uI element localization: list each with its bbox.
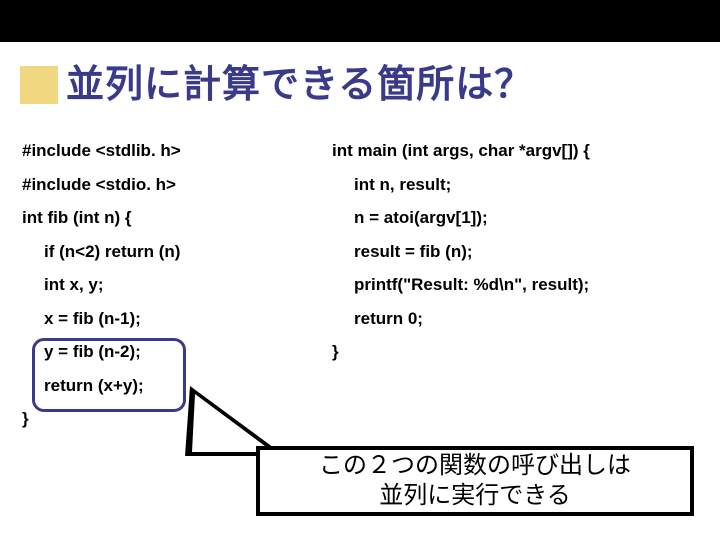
code-right-5: return 0; (332, 302, 696, 336)
code-left-2: int fib (int n) { (22, 201, 332, 235)
callout-box: この２つの関数の呼び出しは 並列に実行できる (256, 446, 694, 516)
code-left-1: #include <stdio. h> (22, 168, 332, 202)
callout-line2: 並列に実行できる (379, 481, 571, 511)
code-left-3: if (n<2) return (n) (22, 235, 332, 269)
code-left-7: return (x+y); (22, 369, 332, 403)
slide: 並列に計算できる箇所は？ #include <stdlib. h> int ma… (0, 42, 720, 540)
slide-title: 並列に計算できる箇所は？ (66, 66, 533, 104)
title-block: 並列に計算できる箇所は？ (20, 66, 533, 104)
title-bullet-square (20, 66, 58, 104)
code-left-6: y = fib (n-2); (22, 335, 332, 369)
code-right-6: } (332, 335, 696, 369)
code-left-8: } (22, 402, 332, 436)
code-right-2: n = atoi(argv[1]); (332, 201, 696, 235)
code-right-1: int n, result; (332, 168, 696, 202)
code-right-0: int main (int args, char *argv[]) { (332, 134, 696, 168)
code-left-0: #include <stdlib. h> (22, 134, 332, 168)
code-left-5: x = fib (n-1); (22, 302, 332, 336)
callout-line1: この２つの関数の呼び出しは (319, 451, 631, 481)
code-area: #include <stdlib. h> int main (int args,… (22, 134, 696, 436)
code-right-4: printf("Result: %d\n", result); (332, 268, 696, 302)
code-left-4: int x, y; (22, 268, 332, 302)
code-right-3: result = fib (n); (332, 235, 696, 269)
